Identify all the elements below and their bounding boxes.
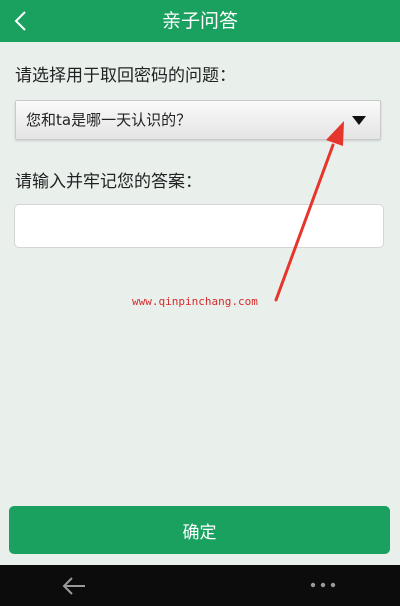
back-arrow-icon[interactable] <box>60 575 88 597</box>
system-navbar <box>0 565 400 606</box>
confirm-button[interactable]: 确定 <box>9 506 390 554</box>
more-dots-icon[interactable] <box>308 578 338 592</box>
watermark-url: www.qinpinchang.com <box>132 295 258 308</box>
